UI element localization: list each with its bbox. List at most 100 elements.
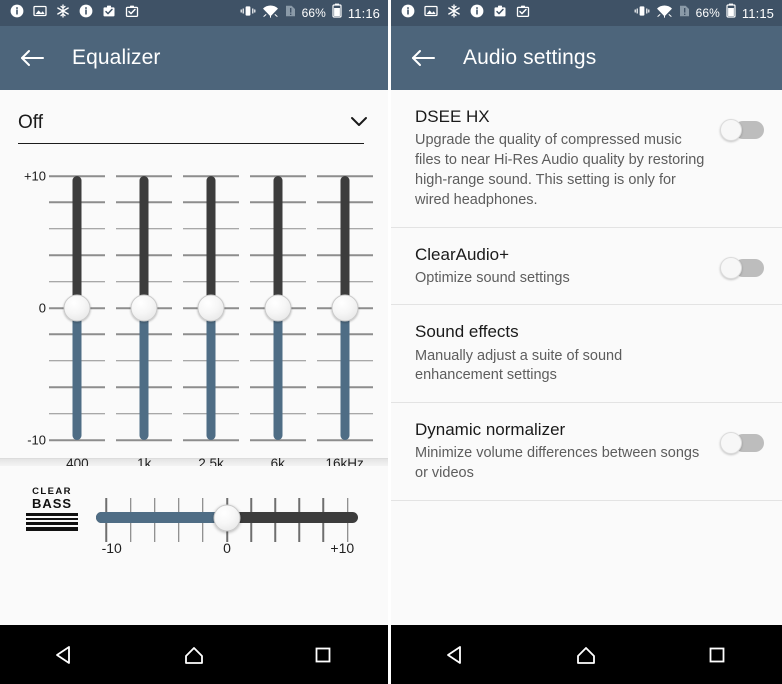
clear-bass-slider[interactable]: -10 0 +10 bbox=[96, 480, 358, 639]
dual-screenshot: 66% 11:16 Equalizer Off +10 0 -10 400 1k… bbox=[0, 0, 782, 684]
settings-row-subtitle: Minimize volume differences between song… bbox=[415, 445, 700, 482]
clear-bass-label-min: -10 bbox=[101, 540, 122, 556]
toggle-switch[interactable] bbox=[720, 119, 764, 141]
audio-settings-screen: 66% 11:15 Audio settings DSEE HX Upgrade … bbox=[391, 0, 782, 684]
axis-label-mid: 0 bbox=[38, 300, 46, 316]
briefcase-check-outline-icon bbox=[516, 4, 530, 23]
eq-track-lower bbox=[139, 308, 149, 440]
eq-slider-thumb[interactable] bbox=[63, 294, 91, 322]
vibrate-icon bbox=[634, 4, 650, 23]
clear-bass-logo-bars bbox=[26, 513, 78, 531]
settings-row-control bbox=[716, 244, 764, 279]
settings-row-text: Sound effects Manually adjust a suite of … bbox=[415, 321, 716, 386]
eq-slider-thumb[interactable] bbox=[197, 294, 225, 322]
equalizer-sliders: +10 0 -10 400 1k 2.5k 6k 16kHz bbox=[0, 158, 388, 471]
sim-alert-icon bbox=[679, 4, 690, 23]
status-system-icons: 66% 11:15 bbox=[634, 3, 774, 23]
info-outline-icon bbox=[470, 4, 484, 23]
band-list: 400 1k 2.5k 6k 16kHz bbox=[44, 158, 378, 471]
eq-track-lower bbox=[206, 308, 216, 440]
info-outline-icon bbox=[79, 4, 93, 23]
eq-track-lower bbox=[72, 308, 82, 440]
briefcase-check-icon bbox=[102, 4, 116, 23]
image-icon bbox=[424, 4, 438, 23]
status-bar-right: 66% 11:15 bbox=[391, 0, 782, 26]
sim-alert-icon bbox=[285, 4, 296, 23]
wifi-icon bbox=[262, 4, 279, 23]
nav-back-icon[interactable] bbox=[428, 635, 484, 675]
eq-track-upper bbox=[72, 176, 82, 308]
settings-row[interactable]: DSEE HX Upgrade the quality of compressed… bbox=[391, 90, 782, 228]
nav-home-icon[interactable] bbox=[166, 635, 222, 675]
status-notification-icons bbox=[401, 3, 530, 23]
axis-label-max: +10 bbox=[23, 168, 46, 184]
nav-back-icon[interactable] bbox=[37, 635, 93, 675]
axis-label-min: -10 bbox=[27, 432, 46, 448]
eq-slider-thumb[interactable] bbox=[331, 294, 359, 322]
equalizer-body: Off +10 0 -10 400 1k 2.5k 6k 16kHz CLEAR BAS… bbox=[0, 90, 388, 625]
snowflake-icon bbox=[447, 3, 461, 23]
settings-row-title: ClearAudio+ bbox=[415, 244, 510, 264]
nav-recents-icon[interactable] bbox=[689, 635, 745, 675]
back-arrow-icon[interactable] bbox=[409, 44, 437, 72]
settings-row[interactable]: Dynamic normalizer Minimize volume differ… bbox=[391, 403, 782, 502]
clear-bass-panel: CLEAR BASS -10 0 +10 bbox=[0, 466, 388, 625]
nav-recents-icon[interactable] bbox=[295, 635, 351, 675]
eq-band[interactable]: 2.5k bbox=[178, 158, 245, 471]
battery-percent: 66% bbox=[695, 6, 720, 20]
app-bar-right: Audio settings bbox=[391, 26, 782, 90]
toggle-knob bbox=[720, 119, 742, 141]
eq-band[interactable]: 6k bbox=[244, 158, 311, 471]
battery-icon bbox=[726, 3, 736, 23]
preset-value: Off bbox=[18, 112, 43, 133]
eq-slider-thumb[interactable] bbox=[264, 294, 292, 322]
settings-row-text: DSEE HX Upgrade the quality of compressed… bbox=[415, 106, 716, 211]
back-arrow-icon[interactable] bbox=[18, 44, 46, 72]
settings-row-control bbox=[716, 419, 764, 455]
eq-band[interactable]: 1k bbox=[111, 158, 178, 471]
navigation-bar-right bbox=[391, 625, 782, 684]
clear-bass-fill bbox=[96, 512, 227, 523]
eq-track-upper bbox=[139, 176, 149, 308]
battery-icon bbox=[332, 3, 342, 23]
clear-bass-thumb[interactable] bbox=[213, 504, 241, 531]
page-title: Audio settings bbox=[463, 46, 597, 69]
image-icon bbox=[33, 4, 47, 23]
battery-percent: 66% bbox=[301, 6, 326, 20]
settings-row-title: DSEE HX bbox=[415, 107, 490, 126]
app-bar-left: Equalizer bbox=[0, 26, 388, 90]
wifi-icon bbox=[656, 4, 673, 23]
settings-row-control bbox=[716, 321, 764, 335]
settings-row-subtitle: Optimize sound settings bbox=[415, 269, 570, 286]
info-filled-icon bbox=[10, 4, 24, 23]
settings-row[interactable]: ClearAudio+ Optimize sound settings bbox=[391, 227, 782, 306]
status-notification-icons bbox=[10, 3, 139, 23]
chevron-down-icon bbox=[348, 114, 370, 133]
settings-row-subtitle: Manually adjust a suite of sound enhance… bbox=[415, 347, 623, 384]
eq-track-upper bbox=[273, 176, 283, 308]
toggle-switch[interactable] bbox=[720, 432, 764, 455]
toggle-knob bbox=[720, 256, 742, 279]
info-filled-icon bbox=[401, 4, 415, 23]
briefcase-check-icon bbox=[493, 4, 507, 23]
clear-bass-logo: CLEAR BASS bbox=[26, 486, 78, 533]
settings-row[interactable]: Sound effects Manually adjust a suite of … bbox=[391, 305, 782, 404]
nav-home-icon[interactable] bbox=[558, 635, 614, 675]
eq-slider-thumb[interactable] bbox=[130, 294, 158, 322]
eq-track-lower bbox=[273, 308, 283, 440]
settings-row-title: Sound effects bbox=[415, 322, 519, 342]
status-bar-left: 66% 11:16 bbox=[0, 0, 388, 26]
eq-track-upper bbox=[340, 176, 350, 308]
clear-bass-label-max: +10 bbox=[330, 540, 355, 556]
eq-track-upper bbox=[206, 176, 216, 308]
snowflake-icon bbox=[56, 3, 70, 23]
clear-bass-label-mid: 0 bbox=[223, 540, 231, 556]
preset-dropdown[interactable]: Off bbox=[18, 112, 367, 144]
eq-band[interactable]: 16kHz bbox=[311, 158, 378, 471]
clear-bass-labels: -10 0 +10 bbox=[96, 540, 358, 560]
status-clock: 11:15 bbox=[741, 5, 774, 21]
page-title: Equalizer bbox=[72, 46, 161, 69]
vibrate-icon bbox=[240, 4, 256, 23]
toggle-switch[interactable] bbox=[720, 256, 764, 279]
eq-band[interactable]: 400 bbox=[44, 158, 111, 471]
